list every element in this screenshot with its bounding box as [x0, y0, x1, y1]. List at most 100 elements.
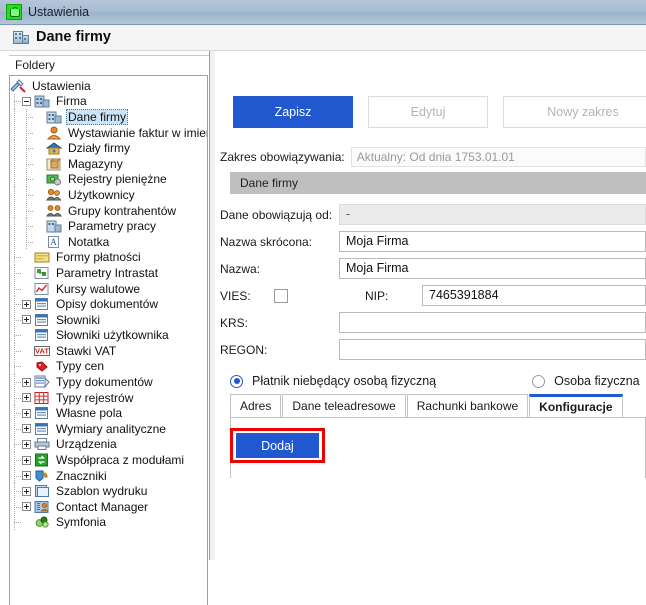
sidebar-item-typy-dokument-w[interactable]: Typy dokumentów [10, 374, 207, 390]
printer-icon [34, 437, 50, 451]
sidebar-item-dzia-y-firmy[interactable]: Działy firmy [10, 140, 207, 156]
tools-icon [10, 79, 26, 93]
sidebar-item-w-asne-pola[interactable]: Własne pola [10, 405, 207, 421]
sidebar-item-kursy-walutowe[interactable]: Kursy walutowe [10, 280, 207, 297]
tree-guide [22, 140, 34, 156]
expand-icon[interactable] [22, 502, 31, 512]
sidebar-item-label: Szablon wydruku [56, 484, 148, 499]
tree-guide [10, 296, 22, 312]
sidebar-item-label: Współpraca z modułami [56, 453, 185, 468]
field-row-regon: REGON: [220, 336, 646, 363]
field-row-krs: KRS: [220, 309, 646, 336]
new-range-button[interactable]: Nowy zakres [503, 96, 646, 128]
sidebar-item-firma[interactable]: Firma [10, 93, 207, 110]
scope-label: Zakres obowiązywania: [220, 150, 345, 164]
krs-input[interactable] [339, 312, 646, 333]
expand-icon[interactable] [22, 455, 31, 465]
sidebar-item-dane-firmy[interactable]: Dane firmy [10, 108, 207, 125]
krs-label: KRS: [220, 315, 249, 330]
tree-guide [10, 514, 22, 531]
tab-label: Konfiguracje [539, 400, 613, 414]
expand-icon[interactable] [22, 299, 31, 309]
sidebar-item-ustawienia[interactable]: Ustawienia [10, 78, 207, 94]
tree-guide [10, 405, 22, 421]
tab-rachunki-bankowe[interactable]: Rachunki bankowe [406, 394, 529, 417]
sidebar-item-u-ytkownicy[interactable]: Użytkownicy [10, 187, 207, 203]
sidebar-item-parametry-pracy[interactable]: Parametry pracy [10, 218, 207, 234]
sidebar-item-notatka[interactable]: A Notatka [10, 233, 207, 250]
radio-natural-person-icon[interactable] [532, 374, 546, 388]
sidebar-item-s-owniki[interactable]: Słowniki [10, 311, 207, 328]
sidebar-item-formy-p-atno-ci[interactable]: Formy płatności [10, 249, 207, 266]
folders-header: Foldery [9, 55, 209, 74]
sidebar-item-symfonia[interactable]: Symfonia [10, 514, 207, 531]
document-blue-icon [34, 297, 50, 311]
vies-checkbox[interactable] [274, 288, 288, 303]
short-name-input[interactable]: Moja Firma [339, 231, 646, 252]
effective-from-label: Dane obowiązują od: [220, 207, 333, 222]
sidebar-item-opisy-dokument-w[interactable]: Opisy dokumentów [10, 296, 207, 312]
radio-legal-entity-icon[interactable] [230, 374, 243, 388]
sidebar-item-rejestry-pieni-ne[interactable]: Rejestry pieniężne [10, 171, 207, 188]
company-data-pane: Zapisz Edytuj Nowy zakres Zakres obowiąz… [215, 51, 646, 560]
vies-label: VIES: [220, 288, 251, 303]
tree-guide [10, 155, 22, 172]
expand-icon[interactable] [22, 439, 31, 449]
sidebar-item-magazyny[interactable]: Magazyny [10, 155, 207, 172]
sidebar-item-s-owniki-u-ytkownika[interactable]: Słowniki użytkownika [10, 327, 207, 344]
sidebar-item-wystawianie-faktur-w-imieniu[interactable]: Wystawianie faktur w imieniu [10, 124, 207, 141]
money-icon [46, 172, 62, 186]
document-blue-icon [34, 422, 50, 436]
warehouse-icon [46, 157, 62, 171]
collapse-icon[interactable] [22, 96, 31, 106]
sidebar-item-parametry-intrastat[interactable]: Parametry Intrastat [10, 265, 207, 281]
sidebar-item-grupy-kontrahent-w[interactable]: Grupy kontrahentów [10, 202, 207, 219]
tab-label: Adres [240, 399, 272, 413]
tab-dane-teleadresowe[interactable]: Dane teleadresowe [282, 394, 406, 417]
tab-label: Rachunki bankowe [416, 399, 519, 413]
nip-input[interactable]: 7465391884 [422, 285, 646, 306]
expand-icon[interactable] [22, 377, 31, 387]
sidebar-item-urz-dzenia[interactable]: Urządzenia [10, 436, 207, 453]
document-blue-icon [34, 313, 50, 327]
name-label: Nazwa: [220, 261, 261, 276]
sidebar-item-contact-manager[interactable]: Contact Manager [10, 499, 207, 515]
expand-icon[interactable] [22, 486, 31, 496]
save-button[interactable]: Zapisz [233, 96, 353, 128]
tab-konfiguracje[interactable]: Konfiguracje [529, 394, 623, 417]
expand-icon[interactable] [22, 471, 31, 481]
radio-option-natural-person[interactable]: Osoba fizyczna [532, 374, 640, 388]
radio-option-legal-entity[interactable]: Płatnik niebędący osobą fizyczną [230, 374, 436, 388]
sidebar-item-typy-rejestr-w[interactable]: Typy rejestrów [10, 389, 207, 406]
radio-legal-entity-label: Płatnik niebędący osobą fizyczną [252, 374, 437, 388]
effective-from-value: - [339, 204, 646, 225]
expand-icon[interactable] [22, 315, 31, 325]
sidebar-item-typy-cen[interactable]: Typy cen [10, 358, 207, 375]
folders-tree[interactable]: Ustawienia Firma Dane firmy Wystawianie fak… [9, 75, 208, 605]
tree-guide [22, 171, 34, 188]
sidebar-item-label: Grupy kontrahentów [68, 203, 177, 218]
name-input[interactable]: Moja Firma [339, 258, 646, 279]
sidebar-item-label: Typy cen [56, 359, 105, 374]
tree-guide [10, 218, 22, 234]
sidebar-item-label: Użytkownicy [68, 187, 135, 202]
sidebar-item-szablon-wydruku[interactable]: Szablon wydruku [10, 483, 207, 499]
doc-stack-icon [34, 375, 50, 389]
regon-input[interactable] [339, 339, 646, 360]
document-blue-icon [34, 406, 50, 420]
contact-icon [34, 500, 50, 514]
sidebar-item-wsp-praca-z-modu-ami[interactable]: Współpraca z modułami [10, 452, 207, 468]
expand-icon[interactable] [22, 408, 31, 418]
edit-button[interactable]: Edytuj [368, 96, 488, 128]
tree-guide [10, 93, 22, 110]
expand-icon[interactable] [22, 393, 31, 403]
sidebar-item-stawki-vat[interactable]: VAT Stawki VAT [10, 343, 207, 359]
sidebar-item-znaczniki[interactable]: Znaczniki [10, 467, 207, 484]
add-button[interactable]: Dodaj [236, 433, 319, 458]
sidebar-item-wymiary-analityczne[interactable]: Wymiary analityczne [10, 421, 207, 437]
tab-adres[interactable]: Adres [230, 394, 282, 417]
expand-icon[interactable] [22, 424, 31, 434]
tree-guide [10, 483, 22, 499]
page-title: Dane firmy [36, 29, 111, 45]
settings-window: Ustawienia Dane firmy Foldery Ustawienia… [0, 0, 646, 605]
